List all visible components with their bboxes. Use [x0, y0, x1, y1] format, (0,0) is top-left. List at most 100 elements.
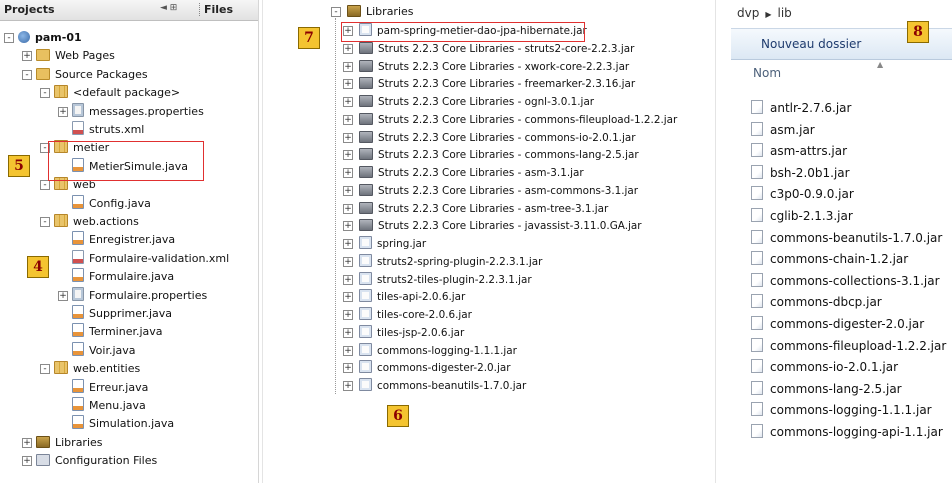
file-row[interactable]: commons-digester-2.0.jar: [751, 314, 924, 334]
expand-toggle-icon[interactable]: +: [343, 203, 353, 214]
file-row[interactable]: commons-io-2.0.1.jar: [751, 357, 898, 377]
tab-projects[interactable]: Projects: [4, 3, 55, 16]
library-item[interactable]: spring.jar: [359, 235, 426, 253]
library-item[interactable]: Struts 2.2.3 Core Libraries - asm-tree-3…: [359, 200, 608, 218]
file-row[interactable]: commons-logging-api-1.1.jar: [751, 422, 943, 442]
library-item[interactable]: Struts 2.2.3 Core Libraries - asm-common…: [359, 182, 638, 200]
expand-toggle-icon[interactable]: +: [343, 43, 353, 54]
tree-item[interactable]: Voir.java: [72, 341, 136, 360]
expand-toggle-icon[interactable]: +: [343, 310, 353, 320]
tree-item[interactable]: Terminer.java: [72, 323, 163, 341]
expand-toggle-icon[interactable]: +: [343, 239, 353, 249]
expand-toggle-icon[interactable]: +: [343, 114, 353, 125]
collapse-toggle-icon[interactable]: -: [40, 180, 50, 191]
collapse-toggle-icon[interactable]: -: [4, 33, 14, 43]
tree-item[interactable]: messages.properties: [72, 102, 204, 121]
library-item[interactable]: Struts 2.2.3 Core Libraries - struts2-co…: [359, 40, 634, 58]
expand-toggle-icon[interactable]: +: [343, 150, 353, 161]
library-item[interactable]: commons-beanutils-1.7.0.jar: [359, 377, 526, 395]
tree-item[interactable]: web.entities: [54, 360, 140, 378]
tab-controls[interactable]: ◄ ⊞: [160, 3, 177, 13]
expand-toggle-icon[interactable]: +: [343, 79, 353, 90]
expand-toggle-icon[interactable]: +: [343, 168, 353, 178]
file-row[interactable]: asm.jar: [751, 120, 815, 140]
file-row[interactable]: asm-attrs.jar: [751, 141, 847, 161]
library-item[interactable]: tiles-core-2.0.6.jar: [359, 306, 472, 324]
tree-item[interactable]: Web Pages: [36, 47, 115, 65]
tree-item[interactable]: struts.xml: [72, 121, 144, 139]
file-row[interactable]: commons-logging-1.1.1.jar: [751, 400, 932, 420]
file-row[interactable]: commons-fileupload-1.2.2.jar: [751, 336, 946, 356]
file-row[interactable]: commons-dbcp.jar: [751, 292, 882, 312]
expand-toggle-icon[interactable]: +: [22, 51, 32, 62]
expand-toggle-icon[interactable]: +: [343, 274, 353, 285]
expand-toggle-icon[interactable]: +: [343, 363, 353, 374]
tree-item[interactable]: Configuration Files: [36, 452, 157, 470]
library-item[interactable]: tiles-api-2.0.6.jar: [359, 288, 465, 306]
library-item[interactable]: Struts 2.2.3 Core Libraries - freemarker…: [359, 75, 635, 93]
tree-item[interactable]: web.actions: [54, 213, 139, 231]
collapse-toggle-icon[interactable]: -: [22, 69, 32, 80]
tree-item[interactable]: Formulaire.java: [72, 268, 174, 286]
expand-toggle-icon[interactable]: +: [343, 185, 353, 196]
file-row[interactable]: commons-lang-2.5.jar: [751, 379, 902, 399]
breadcrumb-item-dvp[interactable]: dvp: [737, 6, 759, 20]
library-item[interactable]: Struts 2.2.3 Core Libraries - commons-io…: [359, 129, 636, 147]
breadcrumb-item-lib[interactable]: lib: [778, 6, 792, 20]
expand-toggle-icon[interactable]: +: [343, 327, 353, 338]
new-folder-button[interactable]: Nouveau dossier: [761, 37, 861, 51]
expand-toggle-icon[interactable]: +: [343, 221, 353, 232]
collapse-toggle-icon[interactable]: -: [40, 217, 50, 227]
tree-item[interactable]: <default package>: [54, 84, 180, 102]
tree-item[interactable]: Config.java: [72, 194, 151, 213]
file-row[interactable]: c3p0-0.9.0.jar: [751, 184, 854, 204]
collapse-toggle-icon[interactable]: -: [40, 88, 50, 99]
file-row[interactable]: commons-beanutils-1.7.0.jar: [751, 228, 942, 248]
expand-toggle-icon[interactable]: +: [22, 437, 32, 448]
tab-files[interactable]: Files: [199, 3, 233, 16]
library-item[interactable]: Struts 2.2.3 Core Libraries - javassist-…: [359, 217, 642, 235]
library-item[interactable]: struts2-spring-plugin-2.2.3.1.jar: [359, 253, 542, 271]
expand-toggle-icon[interactable]: +: [343, 97, 353, 107]
library-item[interactable]: Struts 2.2.3 Core Libraries - ognl-3.0.1…: [359, 93, 594, 111]
expand-toggle-icon[interactable]: +: [58, 290, 68, 301]
tree-item[interactable]: Supprimer.java: [72, 305, 172, 323]
tree-item-libraries-root[interactable]: Libraries: [347, 3, 414, 21]
jar-file-icon: [359, 307, 372, 320]
library-item[interactable]: Struts 2.2.3 Core Libraries - commons-la…: [359, 146, 639, 164]
library-item[interactable]: Struts 2.2.3 Core Libraries - asm-3.1.ja…: [359, 164, 584, 182]
column-header-name[interactable]: ▲ Nom: [731, 60, 952, 86]
expand-toggle-icon[interactable]: +: [343, 132, 353, 143]
file-row[interactable]: commons-collections-3.1.jar: [751, 271, 940, 291]
tree-item[interactable]: Erreur.java: [72, 378, 148, 397]
collapse-toggle-icon[interactable]: -: [331, 7, 341, 17]
expand-toggle-icon[interactable]: +: [343, 345, 353, 356]
expand-toggle-icon[interactable]: +: [22, 456, 32, 467]
tree-item[interactable]: Simulation.java: [72, 415, 174, 433]
tree-item[interactable]: Libraries: [36, 434, 103, 452]
expand-toggle-icon[interactable]: +: [343, 256, 353, 267]
expand-toggle-icon[interactable]: +: [58, 106, 68, 117]
library-item[interactable]: Struts 2.2.3 Core Libraries - commons-fi…: [359, 111, 677, 129]
file-name: commons-logging-api-1.1.jar: [770, 425, 943, 439]
file-row[interactable]: bsh-2.0b1.jar: [751, 163, 850, 183]
tree-item[interactable]: Source Packages: [36, 66, 148, 84]
expand-toggle-icon[interactable]: +: [343, 381, 353, 391]
tree-item[interactable]: pam-01: [18, 29, 82, 47]
tree-item[interactable]: Menu.java: [72, 397, 146, 415]
expand-toggle-icon[interactable]: +: [343, 61, 353, 72]
folder-icon: [36, 49, 50, 62]
library-item[interactable]: commons-logging-1.1.1.jar: [359, 342, 517, 360]
collapse-toggle-icon[interactable]: -: [40, 364, 50, 375]
file-row[interactable]: antlr-2.7.6.jar: [751, 98, 851, 118]
library-item[interactable]: commons-digester-2.0.jar: [359, 359, 510, 377]
tree-item[interactable]: Formulaire-validation.xml: [72, 249, 229, 268]
file-row[interactable]: cglib-2.1.3.jar: [751, 206, 853, 226]
expand-toggle-icon[interactable]: +: [343, 292, 353, 303]
library-item[interactable]: Struts 2.2.3 Core Libraries - xwork-core…: [359, 58, 629, 76]
file-row[interactable]: commons-chain-1.2.jar: [751, 249, 908, 269]
library-item[interactable]: struts2-tiles-plugin-2.2.3.1.jar: [359, 271, 532, 289]
tree-item[interactable]: Enregistrer.java: [72, 231, 175, 249]
library-item[interactable]: tiles-jsp-2.0.6.jar: [359, 324, 464, 342]
tree-item[interactable]: Formulaire.properties: [72, 286, 207, 305]
